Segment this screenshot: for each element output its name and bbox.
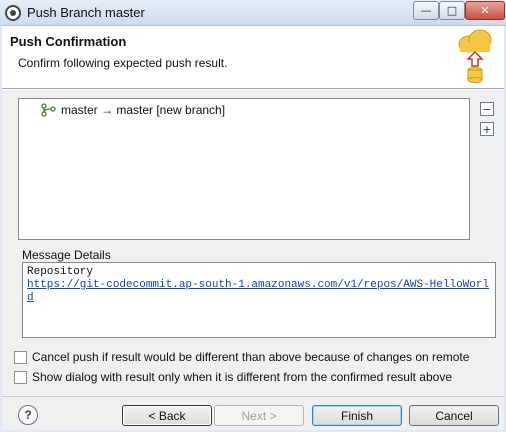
show-dialog-label: Show dialog with result only when it is …	[32, 370, 452, 384]
page-subtitle: Confirm following expected push result.	[18, 56, 228, 70]
app-icon	[5, 5, 21, 21]
cancel-if-different-label: Cancel push if result would be different…	[32, 350, 470, 364]
cancel-if-different-checkbox[interactable]	[14, 350, 27, 364]
page-title: Push Confirmation	[10, 34, 127, 49]
cancel-button[interactable]: Cancel	[409, 405, 499, 426]
body-panel: master → master [new branch] − + Message…	[2, 90, 504, 396]
push-result-tree[interactable]: master → master [new branch]	[18, 98, 470, 240]
finish-button[interactable]: Finish	[312, 405, 402, 426]
collapse-all-icon[interactable]: −	[480, 102, 494, 116]
close-button[interactable]: ✕	[465, 1, 505, 20]
message-details-box[interactable]: Repository https://git-codecommit.ap-sou…	[22, 262, 496, 338]
dialog-client: Push Confirmation Confirm following expe…	[2, 26, 504, 430]
show-dialog-checkbox[interactable]	[14, 370, 27, 384]
expand-all-icon[interactable]: +	[480, 122, 494, 136]
back-button[interactable]: < Back	[122, 405, 212, 426]
message-line: Repository	[27, 266, 94, 278]
next-button[interactable]: Next >	[214, 405, 304, 426]
branch-icon	[41, 103, 56, 117]
minimize-button[interactable]: —	[413, 1, 439, 20]
message-details-label: Message Details	[22, 248, 111, 262]
help-button[interactable]: ?	[18, 405, 38, 425]
tree-item-label: master → master [new branch]	[61, 103, 226, 117]
window-title: Push Branch master	[27, 5, 145, 20]
push-to-cloud-icon	[458, 29, 492, 83]
title-bar: Push Branch master — □ ✕	[0, 0, 506, 26]
button-bar: ? < Back Next > Finish Cancel	[2, 397, 504, 430]
cancel-if-different-option[interactable]: Cancel push if result would be different…	[14, 350, 469, 364]
show-dialog-option[interactable]: Show dialog with result only when it is …	[14, 370, 452, 384]
maximize-button[interactable]: □	[439, 1, 465, 20]
tree-row[interactable]: master → master [new branch]	[41, 102, 225, 118]
repository-link[interactable]: https://git-codecommit.ap-south-1.amazon…	[27, 279, 491, 305]
